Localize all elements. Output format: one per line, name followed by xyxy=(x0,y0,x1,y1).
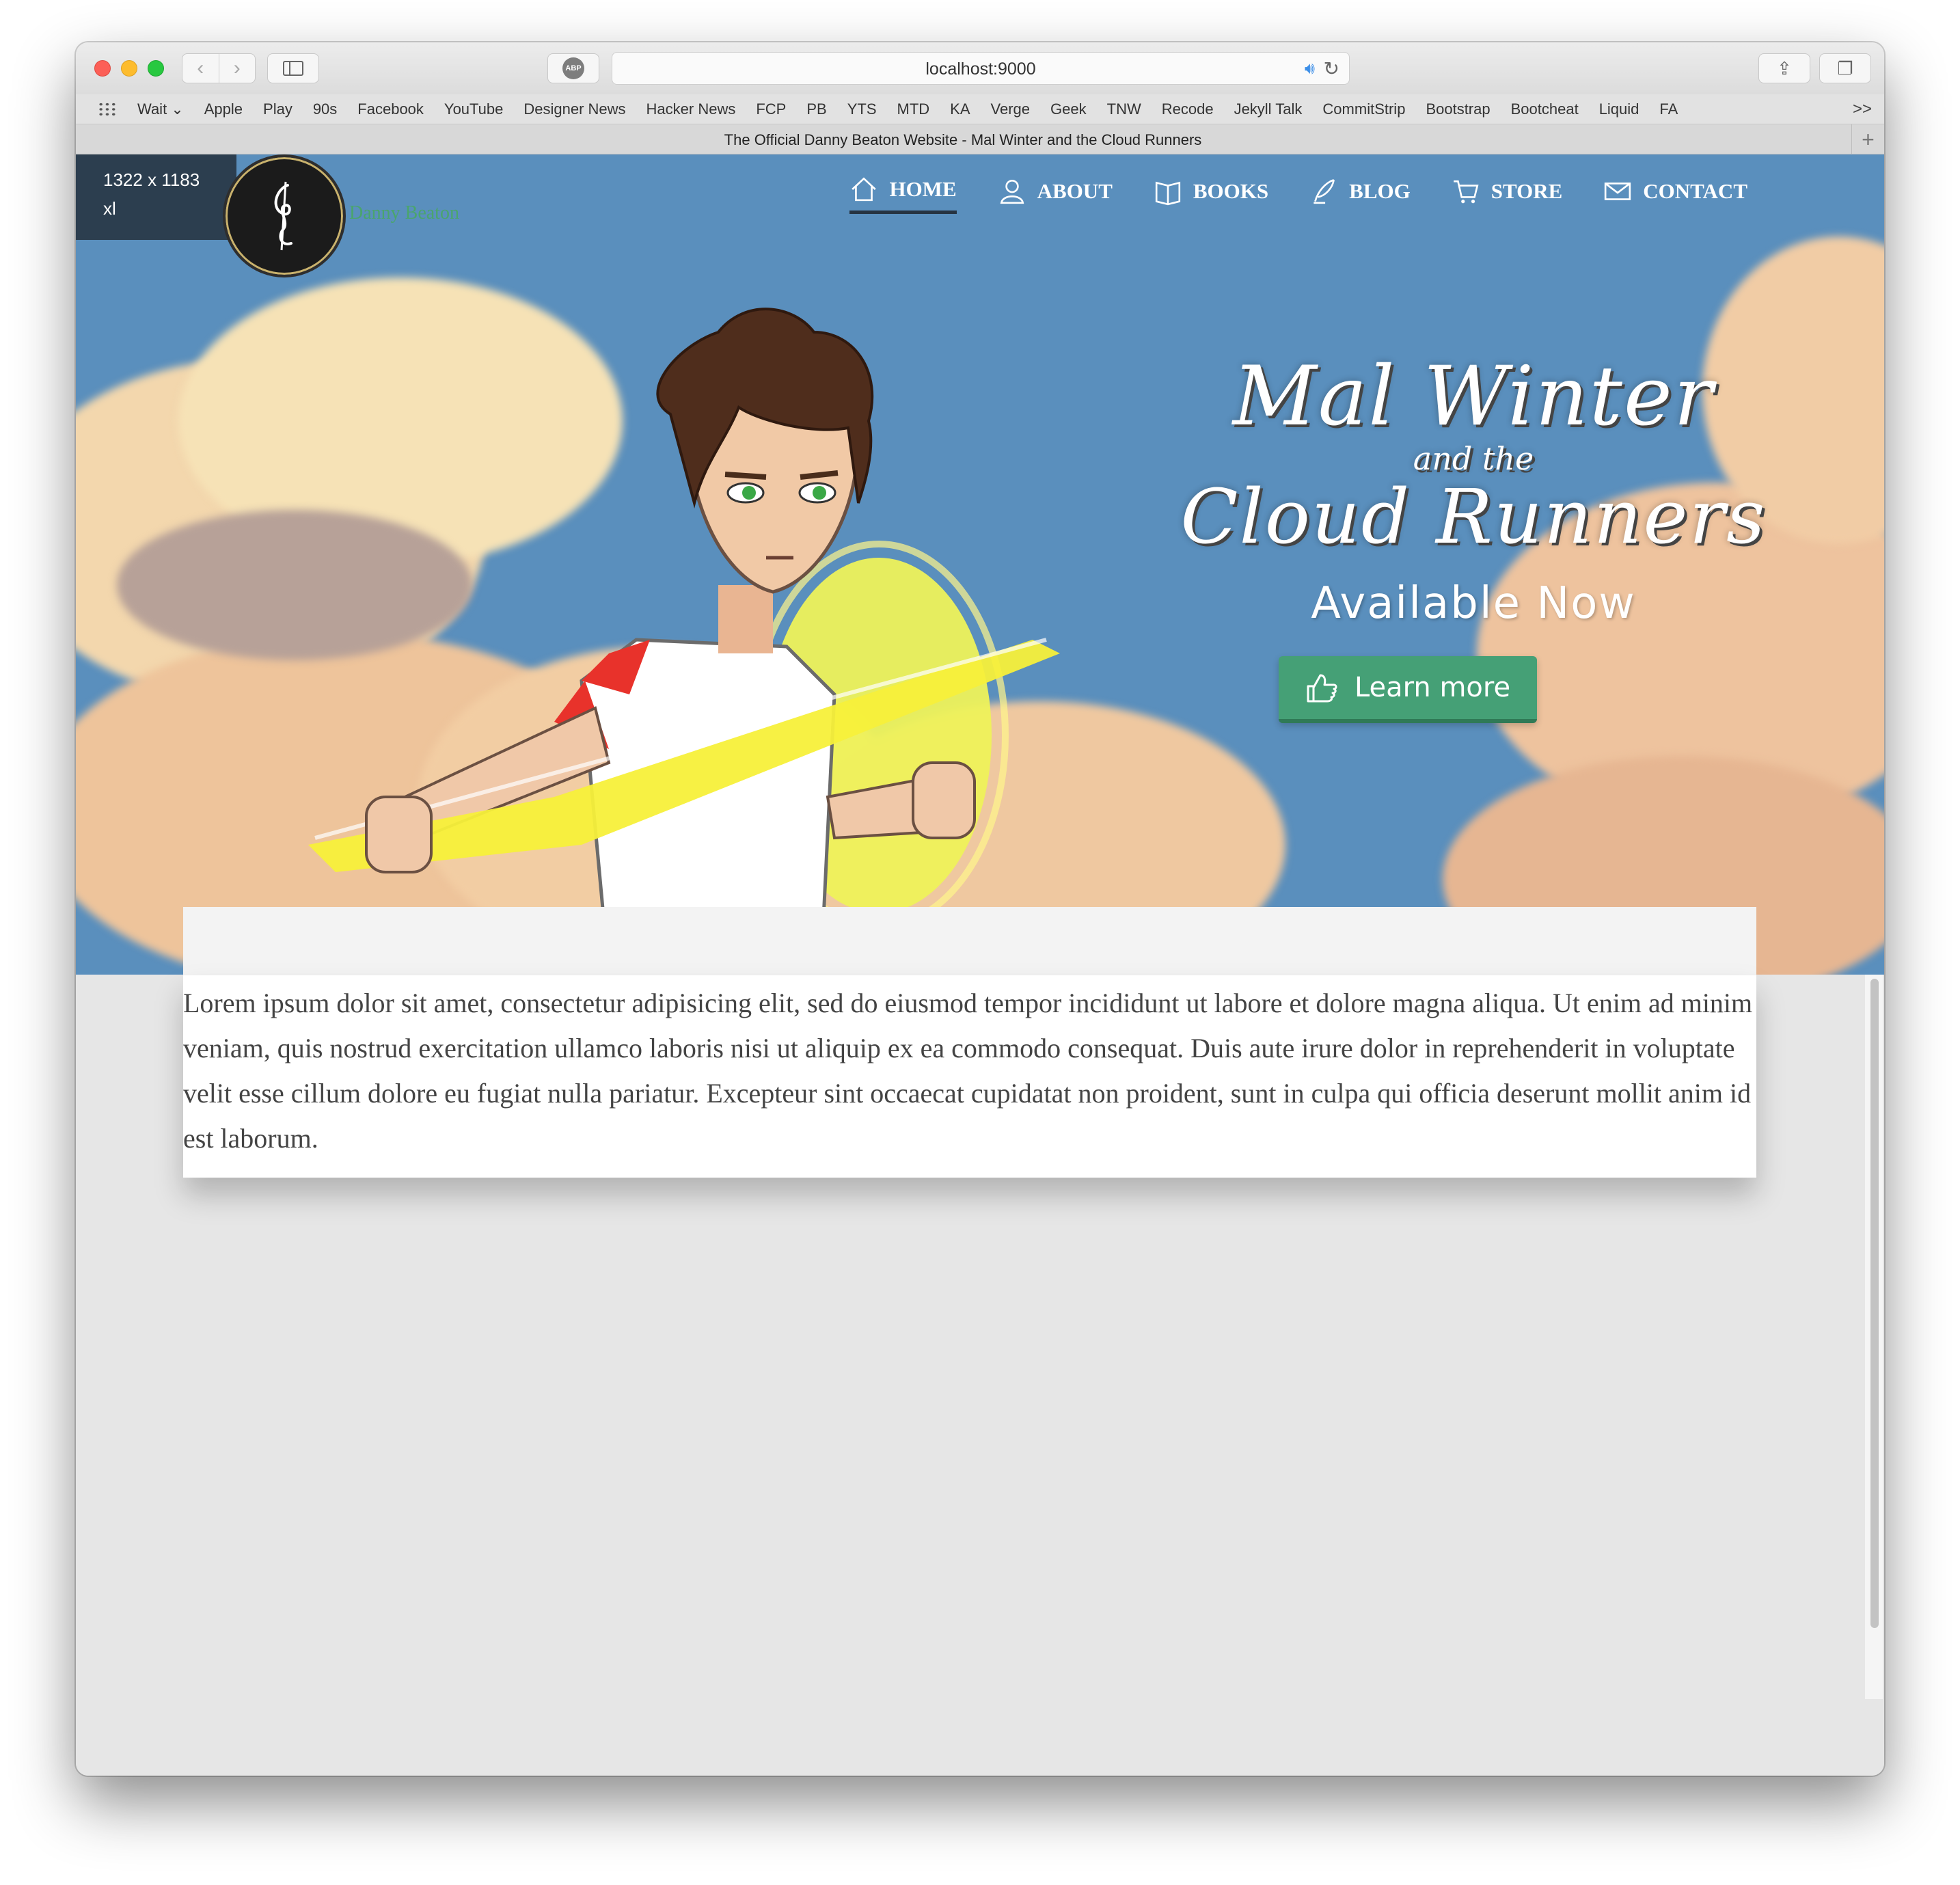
thumbs-up-icon xyxy=(1307,674,1337,703)
browser-toolbar: ‹ › ABP localhost:9000 🔊︎ ↻ ⇪ ❐ xyxy=(76,42,1884,94)
breakpoint-name: xl xyxy=(103,198,116,219)
share-icon: ⇪ xyxy=(1777,57,1792,79)
site-logo[interactable] xyxy=(223,154,346,277)
close-window-button[interactable] xyxy=(94,60,111,77)
nav-about-label: ABOUT xyxy=(1037,178,1113,203)
hero-book-title: Mal Winter and the Cloud Runners xyxy=(1149,353,1798,558)
nav-store[interactable]: STORE xyxy=(1452,175,1563,214)
user-icon xyxy=(1000,179,1024,204)
bookmark-item[interactable]: Verge xyxy=(991,100,1031,118)
bookmark-item[interactable]: KA xyxy=(950,100,970,118)
site-name[interactable]: Danny Beaton xyxy=(349,202,459,224)
home-icon xyxy=(852,177,877,202)
nav-home-label: HOME xyxy=(889,177,957,201)
breakpoint-badge: 1322 x 1183 xl xyxy=(76,154,236,240)
address-url: localhost:9000 xyxy=(925,59,1036,79)
main-nav: HOME ABOUT BOOKS BLOG STORE CONTACT xyxy=(849,175,1747,214)
signature-logo-icon xyxy=(274,181,292,251)
bookmark-item[interactable]: Jekyll Talk xyxy=(1234,100,1303,118)
adblock-button[interactable]: ABP xyxy=(547,53,599,83)
bookmark-item[interactable]: Play xyxy=(263,100,292,118)
bookmarks-bar: Wait ⌄ Apple Play 90s Facebook YouTube D… xyxy=(76,94,1884,124)
envelope-icon xyxy=(1605,182,1631,200)
zoom-window-button[interactable] xyxy=(148,60,164,77)
hero-banner: 1322 x 1183 xl Danny Beaton HOME ABOUT B… xyxy=(76,154,1884,975)
tab-bar: The Official Danny Beaton Website - Mal … xyxy=(76,124,1884,154)
bookmark-item[interactable]: Geek xyxy=(1050,100,1087,118)
learn-more-button[interactable]: Learn more xyxy=(1279,656,1537,723)
bookmark-item[interactable]: FA xyxy=(1659,100,1678,118)
bookmark-item[interactable]: MTD xyxy=(897,100,930,118)
lorem-paragraph: Lorem ipsum dolor sit amet, consectetur … xyxy=(183,988,1753,1154)
nav-store-label: STORE xyxy=(1491,178,1563,203)
forward-button[interactable]: › xyxy=(218,54,256,83)
tab-title[interactable]: The Official Danny Beaton Website - Mal … xyxy=(76,131,1850,149)
bookmark-item[interactable]: Hacker News xyxy=(646,100,736,118)
history-nav: ‹ › xyxy=(182,53,256,83)
sidebar-icon xyxy=(283,61,303,76)
bookmark-item[interactable]: Apple xyxy=(204,100,243,118)
bookmark-item[interactable]: Designer News xyxy=(523,100,625,118)
nav-home[interactable]: HOME xyxy=(849,175,957,214)
show-tabs-button[interactable]: ❐ xyxy=(1819,53,1871,83)
nav-books-label: BOOKS xyxy=(1193,178,1269,203)
breakpoint-size: 1322 x 1183 xyxy=(103,169,200,190)
tabs-icon: ❐ xyxy=(1837,57,1853,79)
quill-icon xyxy=(1314,178,1335,204)
new-tab-button[interactable]: + xyxy=(1851,124,1884,154)
bookmark-item[interactable]: Recode xyxy=(1162,100,1214,118)
minimize-window-button[interactable] xyxy=(121,60,137,77)
nav-contact-label: CONTACT xyxy=(1643,178,1747,203)
hero-title-line2: and the xyxy=(1413,440,1534,477)
learn-more-label: Learn more xyxy=(1354,672,1511,703)
bookmark-item[interactable]: Wait ⌄ xyxy=(137,100,184,118)
bookmark-item[interactable]: Liquid xyxy=(1599,100,1639,118)
share-button[interactable]: ⇪ xyxy=(1758,53,1810,83)
bookmark-item[interactable]: FCP xyxy=(756,100,786,118)
reload-icon[interactable]: ↻ xyxy=(1324,57,1339,80)
page-viewport: 1322 x 1183 xl Danny Beaton HOME ABOUT B… xyxy=(76,154,1884,1776)
nav-about[interactable]: ABOUT xyxy=(998,175,1113,214)
nav-books[interactable]: BOOKS xyxy=(1154,175,1268,214)
hero-character-illustration xyxy=(308,308,1060,975)
bookmark-item[interactable]: CommitStrip xyxy=(1322,100,1405,118)
content-card-header xyxy=(183,907,1756,975)
hero-subtitle: Available Now xyxy=(1311,578,1636,629)
address-bar[interactable]: localhost:9000 🔊︎ ↻ xyxy=(612,52,1350,85)
adblock-icon: ABP xyxy=(562,57,584,79)
sidebar-toggle-button[interactable] xyxy=(267,53,319,83)
more-bookmarks-button[interactable]: >> xyxy=(1853,100,1872,119)
speaker-icon[interactable]: 🔊︎ xyxy=(1305,59,1315,79)
browser-window: ‹ › ABP localhost:9000 🔊︎ ↻ ⇪ ❐ Wait ⌄ A… xyxy=(76,42,1884,1776)
bookmark-item[interactable]: Facebook xyxy=(357,100,424,118)
bookmark-item[interactable]: YTS xyxy=(847,100,877,118)
hero-title-line1: Mal Winter xyxy=(1232,349,1715,444)
content-card: Lorem ipsum dolor sit amet, consectetur … xyxy=(183,975,1756,1178)
hero-title-line3: Cloud Runners xyxy=(1180,473,1767,560)
bookmark-item[interactable]: YouTube xyxy=(444,100,503,118)
bookmark-item[interactable]: Bootcheat xyxy=(1511,100,1579,118)
book-icon xyxy=(1155,181,1180,205)
scrollbar-thumb[interactable] xyxy=(1870,979,1879,1628)
nav-contact[interactable]: CONTACT xyxy=(1603,175,1747,214)
cart-icon xyxy=(1453,180,1479,203)
nav-blog[interactable]: BLOG xyxy=(1309,175,1411,214)
back-button[interactable]: ‹ xyxy=(182,54,219,83)
bookmark-item[interactable]: Bootstrap xyxy=(1426,100,1490,118)
bookmark-item[interactable]: 90s xyxy=(313,100,337,118)
grid-icon[interactable] xyxy=(98,101,117,117)
nav-blog-label: BLOG xyxy=(1349,178,1411,203)
bookmark-item[interactable]: TNW xyxy=(1107,100,1141,118)
bookmark-item[interactable]: PB xyxy=(806,100,826,118)
